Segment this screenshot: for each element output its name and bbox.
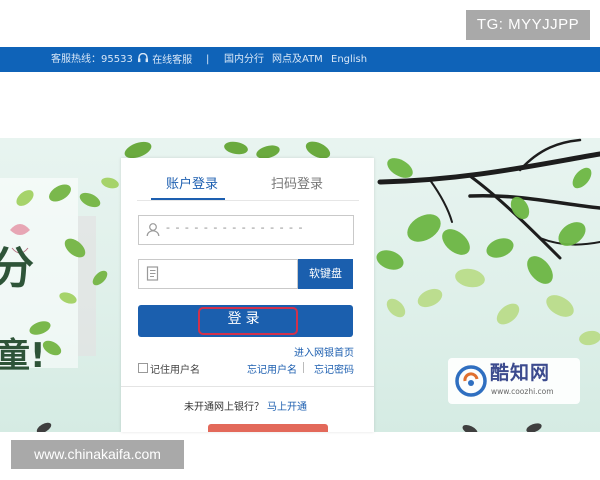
nav-separator: | (206, 54, 210, 65)
user-icon (146, 223, 160, 237)
banner-character-bottom: 童! (0, 336, 46, 376)
tab-qr-login[interactable]: 扫码登录 (271, 177, 323, 193)
remember-username-checkbox[interactable] (138, 363, 148, 373)
site-watermark: www.chinakaifa.com (11, 440, 184, 469)
tab-account-login[interactable]: 账户登录 (166, 177, 218, 193)
username-input[interactable]: - - - - - - - - - - - - - - - (138, 215, 354, 245)
document-icon (146, 266, 159, 281)
red-tab-strip (208, 424, 328, 432)
forgot-username-link[interactable]: 忘记用户名 (247, 361, 297, 376)
online-service-link[interactable]: 在线客服 (137, 52, 193, 67)
remember-username-label[interactable]: 记住用户名 (150, 361, 200, 376)
soft-keyboard-button[interactable]: 软键盘 (298, 259, 353, 289)
active-tab-underline (151, 198, 225, 200)
coozhi-logo: 酷知网 www.coozhi.com (448, 358, 580, 404)
not-registered-text: 未开通网上银行？ (184, 402, 264, 413)
coozhi-logo-url: www.coozhi.com (491, 387, 554, 396)
english-link[interactable]: English (331, 53, 367, 66)
link-divider (303, 362, 304, 373)
login-button-label: 登录 (227, 311, 264, 327)
card-bottom-divider (121, 386, 374, 387)
tg-watermark: TG: MYYJJPP (466, 10, 590, 40)
login-button[interactable]: 登录 (138, 305, 353, 337)
headset-icon (138, 52, 148, 63)
domestic-branches-link[interactable]: 国内分行 (224, 53, 264, 66)
banner-character: 分 (0, 243, 34, 294)
password-input[interactable] (138, 259, 298, 289)
username-value: - - - - - - - - - - - - - - - (166, 221, 304, 234)
outlets-atm-link[interactable]: 网点及ATM (272, 53, 323, 66)
login-card: 账户登录 扫码登录 - - - - - - - - - - - - - - - … (121, 158, 374, 432)
online-service-label: 在线客服 (152, 55, 193, 66)
tab-divider (137, 200, 359, 201)
coozhi-logo-name: 酷知网 (490, 362, 551, 384)
online-banking-home-link[interactable]: 进入网银首页 (294, 344, 354, 359)
forgot-password-link[interactable]: 忘记密码 (314, 361, 354, 376)
hotline-text: 客服热线：95533 (51, 54, 133, 65)
open-now-link[interactable]: 马上开通 (267, 398, 307, 413)
top-nav-bar: 客服热线：95533 在线客服 | 国内分行 网点及ATM English (0, 47, 600, 72)
coozhi-logo-icon (455, 365, 487, 397)
